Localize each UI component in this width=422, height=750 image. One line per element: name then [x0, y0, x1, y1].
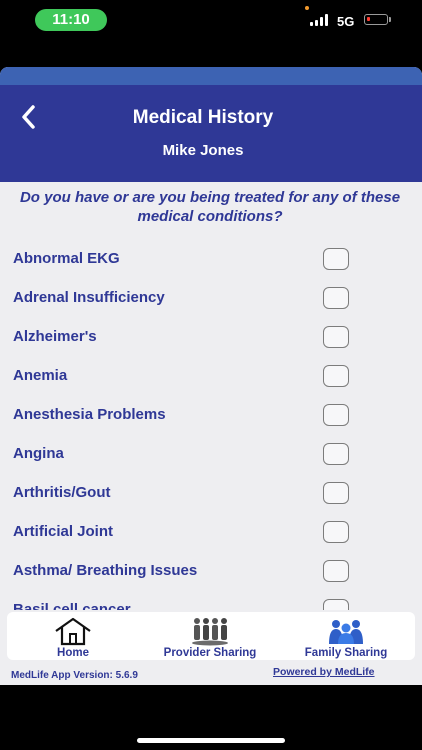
condition-label: Alzheimer's [13, 328, 97, 345]
question-text: Do you have or are you being treated for… [19, 189, 401, 225]
condition-label: Arthritis/Gout [13, 484, 111, 501]
battery-tip [389, 17, 391, 22]
tab-provider-sharing[interactable]: Provider Sharing [150, 612, 270, 660]
tab-family-sharing-label: Family Sharing [304, 647, 388, 659]
patient-name: Mike Jones [162, 142, 244, 159]
condition-row[interactable]: Adrenal Insufficiency [0, 279, 422, 318]
condition-row[interactable]: Abnormal EKG [0, 240, 422, 279]
condition-row[interactable]: Basil cell cancer [0, 591, 422, 610]
signal-strength-icon [310, 14, 330, 26]
condition-row[interactable]: Angina [0, 435, 422, 474]
powered-by-link[interactable]: Powered by MedLife [273, 666, 375, 678]
condition-row[interactable]: Alzheimer's [0, 318, 422, 357]
tab-provider-sharing-label: Provider Sharing [163, 647, 257, 659]
condition-label: Abnormal EKG [13, 250, 120, 267]
battery-icon [364, 14, 388, 25]
condition-checkbox[interactable] [323, 599, 349, 610]
condition-row[interactable]: Arthritis/Gout [0, 474, 422, 513]
status-bar: 11:10 5G [0, 0, 422, 44]
header: Medical History Mike Jones [0, 85, 422, 182]
condition-checkbox[interactable] [323, 404, 349, 426]
condition-row[interactable]: Artificial Joint [0, 513, 422, 552]
condition-label: Angina [13, 445, 64, 462]
page-title: Medical History [132, 107, 274, 128]
privacy-indicator-dot [305, 6, 309, 10]
home-icon [55, 617, 91, 646]
family-sharing-icon [329, 620, 363, 644]
tab-bar: Home Provider Sharing Family Sharing [7, 612, 415, 660]
condition-list[interactable]: Abnormal EKG Adrenal Insufficiency Alzhe… [0, 240, 422, 610]
provider-sharing-icon [192, 618, 228, 646]
condition-row[interactable]: Anemia [0, 357, 422, 396]
condition-label: Anemia [13, 367, 68, 384]
condition-row[interactable]: Asthma/ Breathing Issues [0, 552, 422, 591]
condition-checkbox[interactable] [323, 248, 349, 270]
home-indicator[interactable] [137, 738, 285, 743]
condition-label: Adrenal Insufficiency [13, 289, 165, 306]
condition-label: Artificial Joint [13, 523, 114, 540]
condition-label: Asthma/ Breathing Issues [13, 562, 198, 579]
header-strip [0, 67, 422, 85]
condition-checkbox[interactable] [323, 560, 349, 582]
condition-label: Basil cell cancer [13, 601, 131, 610]
status-time: 11:10 [35, 9, 107, 31]
condition-checkbox[interactable] [323, 326, 349, 348]
tab-home[interactable]: Home [37, 612, 109, 660]
tab-family-sharing[interactable]: Family Sharing [291, 612, 401, 660]
network-type: 5G [337, 14, 355, 29]
tab-home-label: Home [57, 647, 89, 659]
condition-checkbox[interactable] [323, 521, 349, 543]
condition-label: Anesthesia Problems [13, 406, 166, 423]
condition-checkbox[interactable] [323, 287, 349, 309]
condition-row[interactable]: Anesthesia Problems [0, 396, 422, 435]
condition-checkbox[interactable] [323, 482, 349, 504]
condition-checkbox[interactable] [323, 365, 349, 387]
app-version: MedLife App Version: 5.6.9 [11, 670, 138, 681]
app-window: Medical History Mike Jones Do you have o… [0, 67, 422, 685]
condition-checkbox[interactable] [323, 443, 349, 465]
